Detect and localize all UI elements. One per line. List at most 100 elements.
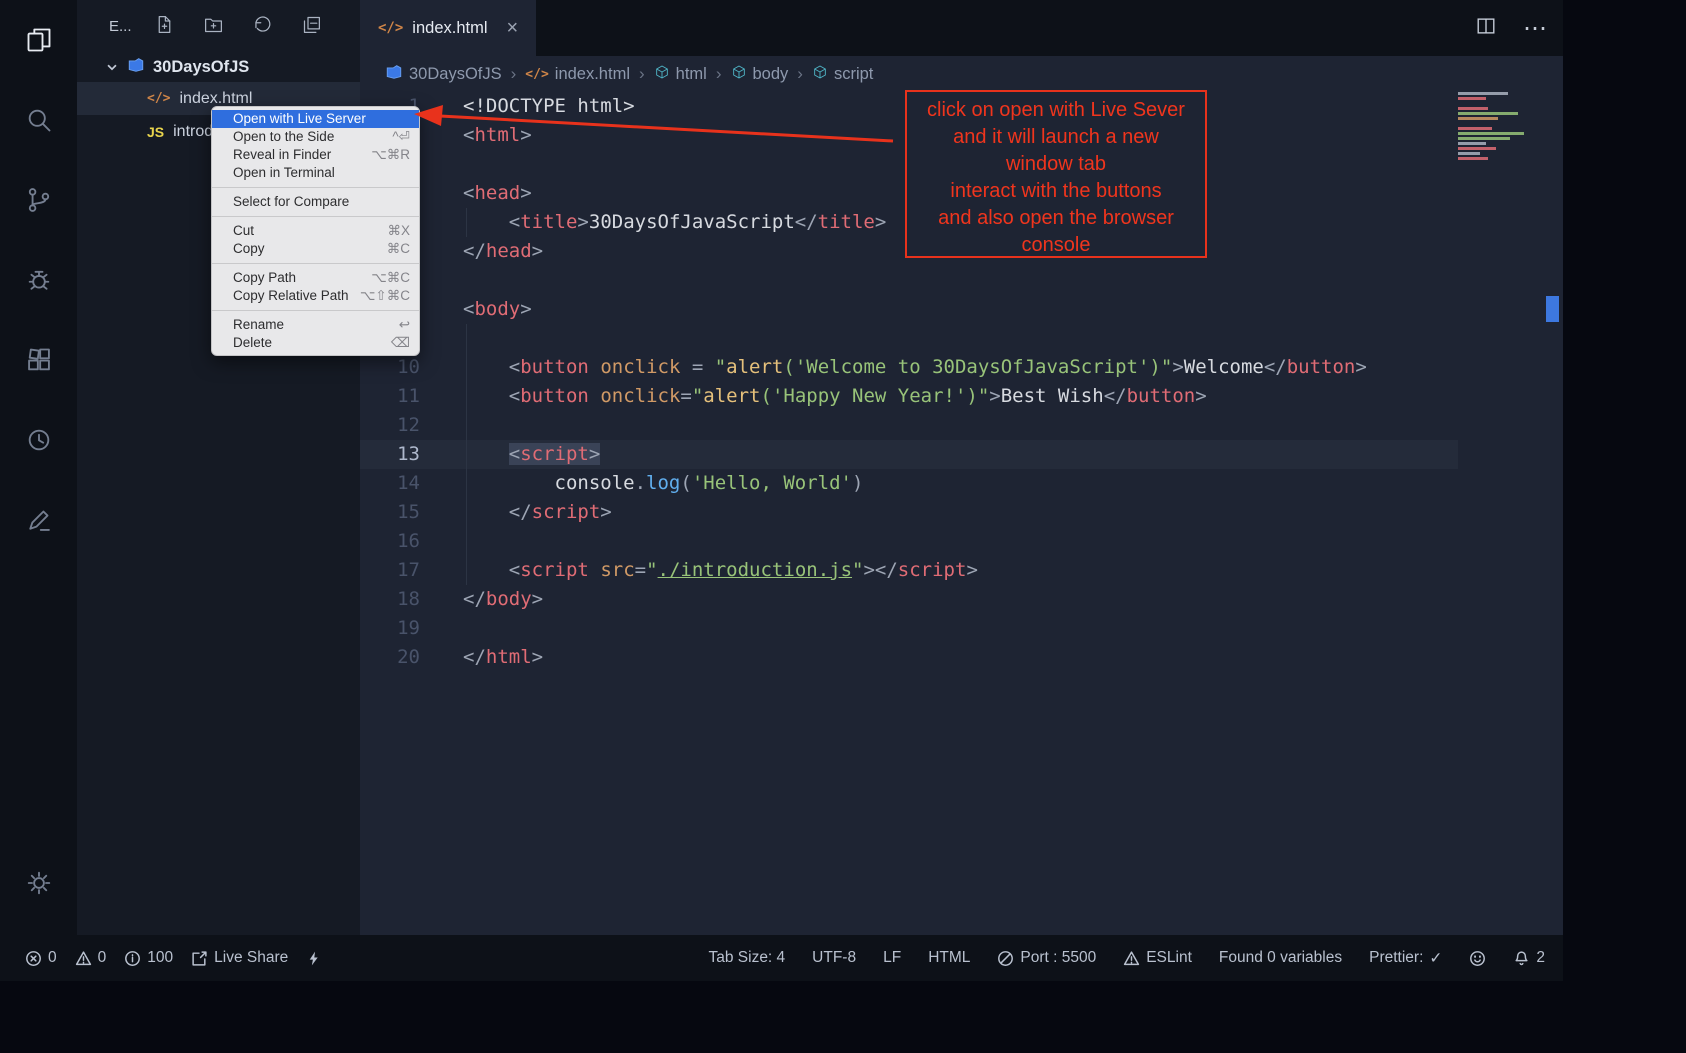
code-line-14[interactable]: 14 console.log('Hello, World') xyxy=(360,469,1458,498)
info-icon xyxy=(124,950,141,967)
menu-item-label: Open to the Side xyxy=(233,128,334,146)
menu-item-open-to-the-side[interactable]: Open to the Side ^⏎ xyxy=(212,128,419,146)
menu-item-open-in-terminal[interactable]: Open in Terminal xyxy=(212,164,419,182)
explorer-icon[interactable] xyxy=(0,0,77,80)
line-number[interactable]: 18 xyxy=(360,585,420,614)
split-editor-icon[interactable] xyxy=(1475,15,1497,42)
menu-item-label: Copy xyxy=(233,240,265,258)
menu-item-cut[interactable]: Cut⌘X xyxy=(212,222,419,240)
problems-info[interactable]: 100 xyxy=(124,949,173,967)
menu-item-label: Delete xyxy=(233,334,272,352)
breadcrumb-item-body[interactable]: body xyxy=(731,64,789,85)
source-control-icon[interactable] xyxy=(0,160,77,240)
code-line-10[interactable]: 10 <button onclick = "alert('Welcome to … xyxy=(360,353,1458,382)
tab-bar: </> index.html × ⋯ xyxy=(360,0,1563,56)
line-number[interactable]: 17 xyxy=(360,556,420,585)
refresh-icon[interactable] xyxy=(252,14,273,39)
line-text: </body> xyxy=(463,585,543,614)
line-number[interactable]: 20 xyxy=(360,643,420,672)
feedback-smiley[interactable] xyxy=(1469,950,1486,967)
line-text: <body> xyxy=(463,295,532,324)
code-line-7[interactable]: 7 xyxy=(360,266,1458,295)
line-number[interactable]: 15 xyxy=(360,498,420,527)
folder-icon xyxy=(385,63,403,86)
context-menu: Open with Live ServerOpen to the Side^⏎R… xyxy=(211,106,420,356)
notifications-bell[interactable]: 2 xyxy=(1513,949,1545,967)
menu-item-copy-path[interactable]: Copy Path ⌥⌘C xyxy=(212,269,419,287)
code-line-13[interactable]: 13 <script> xyxy=(360,440,1458,469)
eslint-indicator[interactable]: ESLint xyxy=(1123,949,1192,967)
run-debug-icon[interactable] xyxy=(0,240,77,320)
line-number[interactable]: 19 xyxy=(360,614,420,643)
breadcrumb-separator: › xyxy=(509,64,519,84)
tab-close-icon[interactable]: × xyxy=(507,18,519,38)
code-line-9[interactable]: 9 xyxy=(360,324,1458,353)
language-indicator[interactable]: HTML xyxy=(928,949,970,967)
menu-item-label: Open with Live Server xyxy=(233,110,366,128)
problems-errors[interactable]: 0 xyxy=(25,949,57,967)
collapse-all-icon[interactable] xyxy=(301,14,322,39)
symbol-cube-icon xyxy=(654,64,670,85)
line-number[interactable]: 16 xyxy=(360,527,420,556)
feedback-icon[interactable] xyxy=(0,480,77,560)
menu-item-open-with-live-server[interactable]: Open with Live Server xyxy=(212,110,419,128)
more-actions-icon[interactable]: ⋯ xyxy=(1523,14,1549,43)
code-line-17[interactable]: 17 <script src="./introduction.js"></scr… xyxy=(360,556,1458,585)
breadcrumb-item-script[interactable]: script xyxy=(812,64,873,85)
tab-index-html[interactable]: </> index.html × xyxy=(360,0,536,56)
menu-item-copy-relative-path[interactable]: Copy Relative Path⌥⇧⌘C xyxy=(212,287,419,305)
live-share-button[interactable]: Live Share xyxy=(191,949,288,967)
extensions-icon[interactable] xyxy=(0,320,77,400)
line-number[interactable]: 12 xyxy=(360,411,420,440)
annotation-text: click on open with Live Severand it will… xyxy=(907,97,1205,259)
circle-slash-icon xyxy=(997,950,1014,967)
menu-item-copy[interactable]: Copy⌘C xyxy=(212,240,419,258)
live-server-bolt[interactable] xyxy=(306,950,323,967)
menu-item-select-for-compare[interactable]: Select for Compare xyxy=(212,193,419,211)
line-number[interactable]: 13 xyxy=(360,440,420,469)
folder-icon xyxy=(127,56,145,79)
encoding-indicator[interactable]: UTF-8 xyxy=(812,949,856,967)
code-line-16[interactable]: 16 xyxy=(360,527,1458,556)
menu-divider xyxy=(212,187,419,188)
line-number[interactable]: 14 xyxy=(360,469,420,498)
search-icon[interactable] xyxy=(0,80,77,160)
breadcrumb-item-file[interactable]: </> index.html xyxy=(525,65,630,84)
breadcrumb-item-folder[interactable]: 30DaysOfJS xyxy=(385,63,502,86)
line-text: </html> xyxy=(463,643,543,672)
tab-size-indicator[interactable]: Tab Size: 4 xyxy=(708,949,785,967)
code-line-15[interactable]: 15 </script> xyxy=(360,498,1458,527)
breadcrumb-item-html[interactable]: html xyxy=(654,64,707,85)
new-file-icon[interactable] xyxy=(154,14,175,39)
history-icon[interactable] xyxy=(0,400,77,480)
minimap[interactable] xyxy=(1458,92,1546,160)
share-icon xyxy=(191,950,208,967)
line-number[interactable]: 11 xyxy=(360,382,420,411)
code-line-12[interactable]: 12 xyxy=(360,411,1458,440)
code-line-20[interactable]: 20 </html> xyxy=(360,643,1458,672)
code-line-19[interactable]: 19 xyxy=(360,614,1458,643)
settings-gear-icon[interactable] xyxy=(0,843,77,923)
menu-item-shortcut: ⌥⌘C xyxy=(371,269,410,287)
problems-warnings[interactable]: 0 xyxy=(75,949,107,967)
new-folder-icon[interactable] xyxy=(203,14,224,39)
menu-item-rename[interactable]: Rename↩ xyxy=(212,316,419,334)
line-text: <html> xyxy=(463,121,532,150)
code-line-8[interactable]: 8<body> xyxy=(360,295,1458,324)
menu-item-label: Copy Path xyxy=(233,269,296,287)
folder-row-30daysofjs[interactable]: 30DaysOfJS xyxy=(77,52,360,82)
prettier-indicator[interactable]: Prettier: ✓ xyxy=(1369,949,1442,968)
port-indicator[interactable]: Port : 5500 xyxy=(997,949,1096,967)
line-number[interactable]: 10 xyxy=(360,353,420,382)
menu-item-shortcut: ^⏎ xyxy=(392,128,410,146)
menu-item-reveal-in-finder[interactable]: Reveal in Finder⌥⌘R xyxy=(212,146,419,164)
js-file-icon: JS xyxy=(147,124,164,140)
code-line-11[interactable]: 11 <button onclick="alert('Happy New Yea… xyxy=(360,382,1458,411)
error-icon xyxy=(25,950,42,967)
variables-indicator[interactable]: Found 0 variables xyxy=(1219,949,1342,967)
scrollbar-marker[interactable] xyxy=(1546,296,1559,322)
lightning-icon xyxy=(306,950,323,967)
eol-indicator[interactable]: LF xyxy=(883,949,901,967)
menu-item-delete[interactable]: Delete⌫ xyxy=(212,334,419,352)
code-line-18[interactable]: 18 </body> xyxy=(360,585,1458,614)
